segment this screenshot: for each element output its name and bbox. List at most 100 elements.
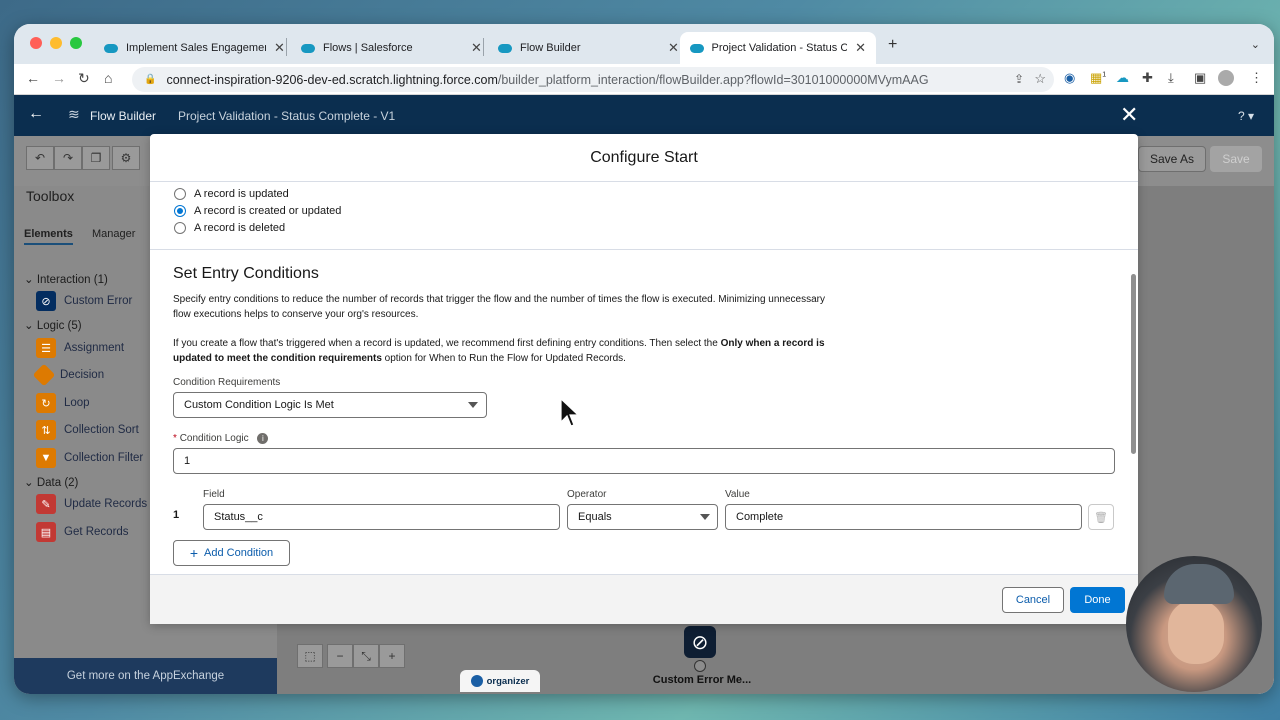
tab-label: Implement Sales Engagement <box>126 42 266 54</box>
select-value: Equals <box>578 511 612 523</box>
new-tab-button[interactable]: + <box>888 36 897 54</box>
info-icon[interactable]: i <box>257 433 269 444</box>
delete-condition-icon[interactable]: 🗑 <box>1088 504 1114 530</box>
toolbox-item-get-records[interactable]: ▤ Get Records <box>36 521 129 543</box>
modal-body: A record is updated A record is created … <box>150 182 1138 574</box>
cancel-button[interactable]: Cancel <box>1002 587 1064 613</box>
app-title: Flow Builder <box>90 109 157 123</box>
fit-to-view-icon[interactable]: ⤡ <box>353 644 379 668</box>
select-elements-icon[interactable]: ⬚ <box>297 644 323 668</box>
extension-eye-icon[interactable]: ◉ <box>1064 70 1075 86</box>
organizer-tab[interactable]: organizer <box>460 670 540 692</box>
undo-redo-group: ↶ ↷ <box>26 146 82 170</box>
appexchange-link[interactable]: Get more on the AppExchange <box>14 658 277 694</box>
browser-menu-icon[interactable]: ⋮ <box>1250 70 1263 86</box>
close-tab-icon[interactable]: ✕ <box>274 40 285 56</box>
radio-button[interactable] <box>174 188 186 200</box>
save-as-button[interactable]: Save As <box>1138 146 1206 172</box>
condition-requirements-select[interactable]: Custom Condition Logic Is Met <box>173 392 487 418</box>
minimize-window-button[interactable] <box>50 37 62 49</box>
value-header: Value <box>725 489 750 500</box>
settings-gear-icon[interactable]: ⚙ <box>112 146 140 170</box>
toolbox-item-assignment[interactable]: ☰ Assignment <box>36 337 124 359</box>
tab-label: Flows | Salesforce <box>323 42 413 54</box>
share-icon[interactable]: ⇪ <box>1014 72 1024 86</box>
loop-icon: ↻ <box>36 393 56 413</box>
home-icon[interactable]: ⌂ <box>104 70 112 86</box>
section-interaction[interactable]: ⌄ Interaction (1) <box>24 272 108 286</box>
section-logic[interactable]: ⌄ Logic (5) <box>24 318 82 332</box>
tab-flows-salesforce[interactable]: Flows | Salesforce ✕ <box>291 32 492 64</box>
custom-error-node-icon[interactable]: ⊘ <box>684 626 716 658</box>
section-data[interactable]: ⌄ Data (2) <box>24 475 78 489</box>
help-icon[interactable]: ? ▾ <box>1238 109 1254 123</box>
help-text: option for When to Run the Flow for Upda… <box>381 353 626 364</box>
profile-avatar[interactable] <box>1218 70 1234 86</box>
address-bar[interactable]: 🔒 connect-inspiration-9206-dev-ed.scratc… <box>132 67 1054 92</box>
chevron-down-icon <box>700 514 710 520</box>
forward-arrow-icon[interactable]: → <box>52 70 66 86</box>
tab-search-chevron-icon[interactable]: ⌄ <box>1251 38 1260 51</box>
radio-label: A record is deleted <box>194 222 286 234</box>
field-input[interactable]: Status__c <box>203 504 560 530</box>
redo-icon[interactable]: ↷ <box>54 146 82 170</box>
side-panel-icon[interactable]: ▣ <box>1194 70 1206 86</box>
zoom-out-icon[interactable]: − <box>327 644 353 668</box>
radio-button-selected[interactable] <box>174 205 186 217</box>
item-label: Collection Sort <box>64 424 139 436</box>
entry-conditions-help: Specify entry conditions to reduce the n… <box>173 292 873 322</box>
reload-icon[interactable]: ↻ <box>78 70 90 87</box>
operator-select[interactable]: Equals <box>567 504 718 530</box>
radio-record-updated[interactable]: A record is updated <box>174 188 289 200</box>
modal-title: Configure Start <box>150 134 1138 182</box>
radio-button[interactable] <box>174 222 186 234</box>
url-host: connect-inspiration-9206-dev-ed.scratch.… <box>166 72 498 87</box>
add-condition-button[interactable]: + Add Condition <box>173 540 290 566</box>
toolbox-item-collection-filter[interactable]: ▼ Collection Filter <box>36 447 143 469</box>
toolbox-item-collection-sort[interactable]: ⇅ Collection Sort <box>36 419 139 441</box>
tab-flow-builder[interactable]: Flow Builder ✕ <box>488 32 689 64</box>
close-window-button[interactable] <box>30 37 42 49</box>
save-button[interactable]: Save <box>1210 146 1262 172</box>
radio-label: A record is created or updated <box>194 205 342 217</box>
flow-name: Project Validation - Status Complete - V… <box>178 109 396 123</box>
help-label: ? <box>1237 109 1245 123</box>
tab-label: Project Validation - Status Co <box>711 42 848 54</box>
download-icon[interactable]: ⤓ <box>1168 70 1174 86</box>
close-modal-icon[interactable]: ✕ <box>1120 102 1138 128</box>
back-arrow-icon[interactable]: ← <box>26 70 40 86</box>
close-tab-icon[interactable]: ✕ <box>855 40 866 56</box>
close-tab-icon[interactable]: ✕ <box>471 40 482 56</box>
extension-badge-icon[interactable]: ▦1 <box>1090 70 1106 86</box>
maximize-window-button[interactable] <box>70 37 82 49</box>
toolbox-item-update-records[interactable]: ✎ Update Records <box>36 493 147 515</box>
back-arrow-icon[interactable]: ← <box>28 105 44 123</box>
done-button[interactable]: Done <box>1070 587 1125 613</box>
required-asterisk: * <box>173 433 177 445</box>
undo-icon[interactable]: ↶ <box>26 146 54 170</box>
radio-label: A record is updated <box>194 188 289 200</box>
node-connector[interactable] <box>694 660 706 672</box>
modal-scrollbar[interactable] <box>1131 274 1136 454</box>
condition-logic-input[interactable]: 1 <box>173 448 1115 474</box>
salesforce-cloud-icon <box>690 43 704 53</box>
radio-record-deleted[interactable]: A record is deleted <box>174 222 285 234</box>
close-tab-icon[interactable]: ✕ <box>668 40 679 56</box>
item-label: Update Records <box>64 498 148 510</box>
update-trigger-help: If you create a flow that's triggered wh… <box>173 336 873 366</box>
zoom-in-icon[interactable]: + <box>379 644 405 668</box>
toolbox-item-custom-error[interactable]: ⊘ Custom Error <box>36 290 132 312</box>
value-input[interactable]: Complete <box>725 504 1082 530</box>
salesforce-extension-icon[interactable]: ☁ <box>1116 70 1129 86</box>
tab-manager[interactable]: Manager <box>92 228 135 240</box>
tab-implement-sales-engagement[interactable]: Implement Sales Engagement ✕ <box>94 32 295 64</box>
toolbox-item-decision[interactable]: Decision <box>32 363 104 387</box>
copy-icon[interactable]: ❐ <box>82 146 110 170</box>
bookmark-star-icon[interactable]: ☆ <box>1034 71 1046 87</box>
tab-project-validation[interactable]: Project Validation - Status Co ✕ <box>680 32 876 64</box>
toolbox-item-loop[interactable]: ↻ Loop <box>36 392 90 414</box>
puzzle-extensions-icon[interactable]: ✚ <box>1142 70 1153 86</box>
tab-elements[interactable]: Elements <box>24 228 73 245</box>
section-label: Interaction (1) <box>36 274 108 286</box>
radio-record-created-or-updated[interactable]: A record is created or updated <box>174 205 341 217</box>
